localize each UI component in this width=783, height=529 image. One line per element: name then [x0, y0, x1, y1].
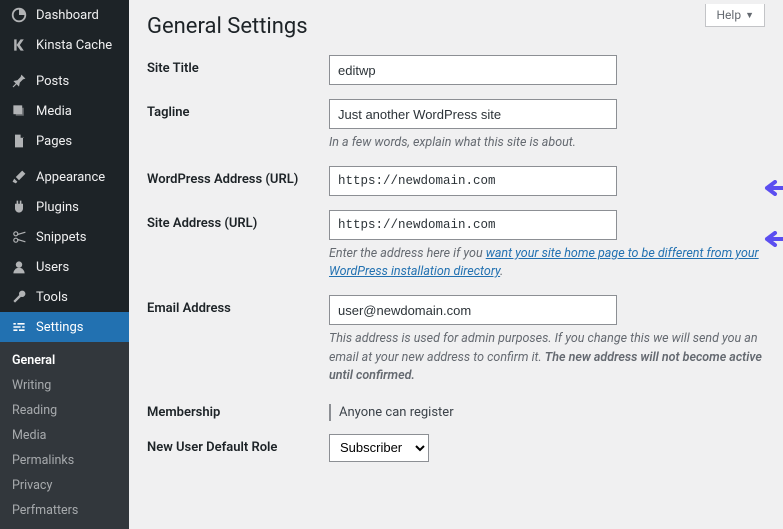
- media-icon: [10, 102, 28, 120]
- sidebar-item-dashboard[interactable]: Dashboard: [0, 0, 129, 30]
- wrench-icon: [10, 288, 28, 306]
- sidebar-item-label: Dashboard: [36, 8, 99, 23]
- dashboard-icon: [10, 6, 28, 24]
- sidebar-item-label: Pages: [36, 134, 72, 149]
- submenu-item-permalinks[interactable]: Permalinks: [0, 448, 129, 473]
- membership-checkbox-label: Anyone can register: [339, 405, 454, 420]
- brush-icon: [10, 168, 28, 186]
- site-title-input[interactable]: [329, 55, 617, 85]
- sidebar-item-media[interactable]: Media: [0, 96, 129, 126]
- email-description: This address is used for admin purposes.…: [329, 330, 763, 384]
- settings-submenu: General Writing Reading Media Permalinks…: [0, 342, 129, 529]
- sidebar-item-snippets[interactable]: Snippets: [0, 222, 129, 252]
- help-tab[interactable]: Help ▼: [705, 4, 765, 27]
- help-label: Help: [716, 8, 741, 22]
- site-title-label: Site Title: [147, 55, 329, 76]
- sidebar-item-label: Kinsta Cache: [36, 38, 112, 53]
- sidebar-item-kinsta[interactable]: Kinsta Cache: [0, 30, 129, 60]
- role-select[interactable]: Subscriber: [329, 434, 429, 462]
- site-url-input[interactable]: [329, 210, 617, 240]
- site-url-description: Enter the address here if you want your …: [329, 245, 763, 281]
- sidebar-item-label: Posts: [36, 74, 69, 89]
- wp-url-input[interactable]: [329, 166, 617, 196]
- submenu-item-perfmatters[interactable]: Perfmatters: [0, 498, 129, 523]
- annotation-arrow-icon: [759, 231, 783, 247]
- sliders-icon: [10, 318, 28, 336]
- chevron-down-icon: ▼: [745, 10, 754, 21]
- sidebar-item-label: Settings: [36, 320, 83, 335]
- submenu-item-writing[interactable]: Writing: [0, 373, 129, 398]
- user-icon: [10, 258, 28, 276]
- sidebar-item-label: Users: [36, 260, 69, 275]
- sidebar-item-label: Media: [36, 104, 72, 119]
- submenu-item-general[interactable]: General: [0, 348, 129, 373]
- sidebar-item-label: Plugins: [36, 200, 79, 215]
- sidebar-item-plugins[interactable]: Plugins: [0, 192, 129, 222]
- plug-icon: [10, 198, 28, 216]
- sidebar-item-tools[interactable]: Tools: [0, 282, 129, 312]
- scissors-icon: [10, 228, 28, 246]
- pin-icon: [10, 72, 28, 90]
- sidebar-item-users[interactable]: Users: [0, 252, 129, 282]
- role-label: New User Default Role: [147, 434, 329, 455]
- page-icon: [10, 132, 28, 150]
- sidebar-item-pages[interactable]: Pages: [0, 126, 129, 156]
- sidebar-item-settings[interactable]: Settings: [0, 312, 129, 342]
- membership-checkbox[interactable]: [329, 404, 331, 421]
- kinsta-icon: [10, 36, 28, 54]
- sidebar-item-label: Tools: [36, 290, 68, 305]
- submenu-item-media[interactable]: Media: [0, 423, 129, 448]
- annotation-arrow-icon: [759, 180, 783, 196]
- page-title: General Settings: [147, 14, 763, 39]
- tagline-label: Tagline: [147, 99, 329, 120]
- site-url-label: Site Address (URL): [147, 210, 329, 231]
- email-label: Email Address: [147, 295, 329, 316]
- membership-label: Membership: [147, 399, 329, 420]
- submenu-item-privacy[interactable]: Privacy: [0, 473, 129, 498]
- sidebar-item-posts[interactable]: Posts: [0, 66, 129, 96]
- sidebar-item-appearance[interactable]: Appearance: [0, 162, 129, 192]
- submenu-item-reading[interactable]: Reading: [0, 398, 129, 423]
- admin-sidebar: Dashboard Kinsta Cache Posts Media Pages…: [0, 0, 129, 500]
- main-content: Help ▼ General Settings Site Title Tagli…: [129, 0, 783, 500]
- sidebar-item-label: Appearance: [36, 170, 105, 185]
- tagline-input[interactable]: [329, 99, 617, 129]
- tagline-description: In a few words, explain what this site i…: [329, 134, 763, 152]
- email-input[interactable]: [329, 295, 617, 325]
- wp-url-label: WordPress Address (URL): [147, 166, 329, 187]
- sidebar-item-label: Snippets: [36, 230, 87, 245]
